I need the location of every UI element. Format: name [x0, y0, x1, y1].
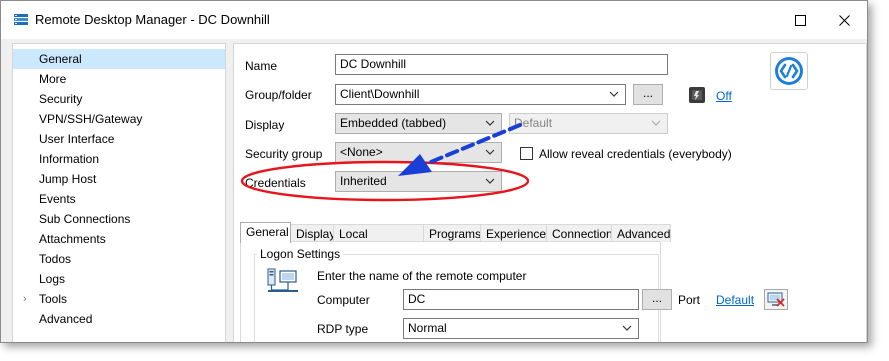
remote-desktop-manager-icon — [14, 14, 28, 25]
tab-programs[interactable]: Programs — [423, 224, 481, 242]
maximize-button[interactable] — [777, 1, 823, 39]
logon-instruction: Enter the name of the remote computer — [317, 269, 527, 283]
sidebar-item-user-interface[interactable]: User Interface — [13, 129, 225, 149]
group-folder-select[interactable]: Client\Downhill — [335, 84, 626, 105]
computer-network-icon — [267, 268, 298, 292]
sidebar-item-general[interactable]: General — [13, 49, 225, 69]
computer-input[interactable]: DC — [403, 289, 639, 310]
name-label: Name — [245, 59, 278, 73]
display-select[interactable]: Embedded (tabbed) — [335, 113, 502, 134]
rdp-entry-button[interactable] — [770, 52, 808, 90]
sidebar: General More Security VPN/SSH/Gateway Us… — [12, 43, 226, 342]
credentials-select[interactable]: Inherited — [335, 171, 502, 192]
chevron-down-icon — [485, 120, 495, 126]
tab-display[interactable]: Display — [290, 224, 335, 242]
logon-settings-title: Logon Settings — [257, 247, 344, 261]
tab-local-resources[interactable]: Local Resources — [333, 224, 424, 259]
sidebar-item-logs[interactable]: Logs — [13, 269, 225, 289]
chevron-down-icon — [622, 325, 632, 331]
sidebar-item-jump-host[interactable]: Jump Host — [13, 169, 225, 189]
tab-advanced[interactable]: Advanced — [611, 224, 671, 242]
vault-icon[interactable] — [687, 85, 707, 105]
network-settings-icon[interactable] — [764, 289, 788, 310]
allow-reveal-checkbox[interactable] — [520, 147, 533, 160]
close-icon — [838, 14, 850, 26]
port-default-link[interactable]: Default — [716, 293, 754, 307]
credentials-label: Credentials — [245, 176, 306, 190]
security-group-label: Security group — [245, 147, 323, 161]
app-window: Remote Desktop Manager - DC Downhill Gen… — [0, 0, 868, 343]
sidebar-item-tools[interactable]: › Tools — [13, 289, 225, 309]
off-link[interactable]: Off — [716, 89, 732, 103]
sidebar-item-more[interactable]: More — [13, 69, 225, 89]
maximize-icon — [794, 14, 806, 26]
chevron-down-icon — [485, 178, 495, 184]
browse-computer-button[interactable]: ... — [642, 289, 672, 310]
browse-folder-button[interactable]: ... — [633, 84, 663, 105]
title-bar: Remote Desktop Manager - DC Downhill — [1, 1, 867, 39]
group-folder-label: Group/folder — [245, 88, 312, 102]
sidebar-item-security[interactable]: Security — [13, 89, 225, 109]
chevron-down-icon — [485, 149, 495, 155]
security-group-select[interactable]: <None> — [335, 142, 502, 163]
port-label: Port — [678, 293, 701, 307]
chevron-down-icon — [609, 91, 619, 97]
chevron-right-icon[interactable]: › — [23, 289, 27, 309]
rdp-icon — [775, 57, 803, 85]
tab-general[interactable]: General — [240, 222, 291, 243]
tab-experience[interactable]: Experience — [480, 224, 547, 242]
sidebar-item-sub-connections[interactable]: Sub Connections — [13, 209, 225, 229]
rdp-type-label: RDP type — [317, 322, 369, 336]
sidebar-item-events[interactable]: Events — [13, 189, 225, 209]
window-title: Remote Desktop Manager - DC Downhill — [35, 12, 270, 27]
allow-reveal-label: Allow reveal credentials (everybody) — [539, 147, 732, 161]
close-button[interactable] — [821, 1, 867, 39]
sidebar-item-vpn-ssh-gateway[interactable]: VPN/SSH/Gateway — [13, 109, 225, 129]
name-input[interactable]: DC Downhill — [335, 54, 668, 75]
sidebar-item-advanced[interactable]: Advanced — [13, 309, 225, 329]
sidebar-item-attachments[interactable]: Attachments — [13, 229, 225, 249]
chevron-down-icon — [651, 120, 661, 126]
rdp-type-select[interactable]: Normal — [403, 318, 639, 339]
computer-label: Computer — [317, 293, 370, 307]
sidebar-item-information[interactable]: Information — [13, 149, 225, 169]
sidebar-item-todos[interactable]: Todos — [13, 249, 225, 269]
tab-connection[interactable]: Connection — [546, 224, 613, 242]
display-label: Display — [245, 118, 285, 132]
display-default-select[interactable]: Default — [509, 113, 668, 134]
